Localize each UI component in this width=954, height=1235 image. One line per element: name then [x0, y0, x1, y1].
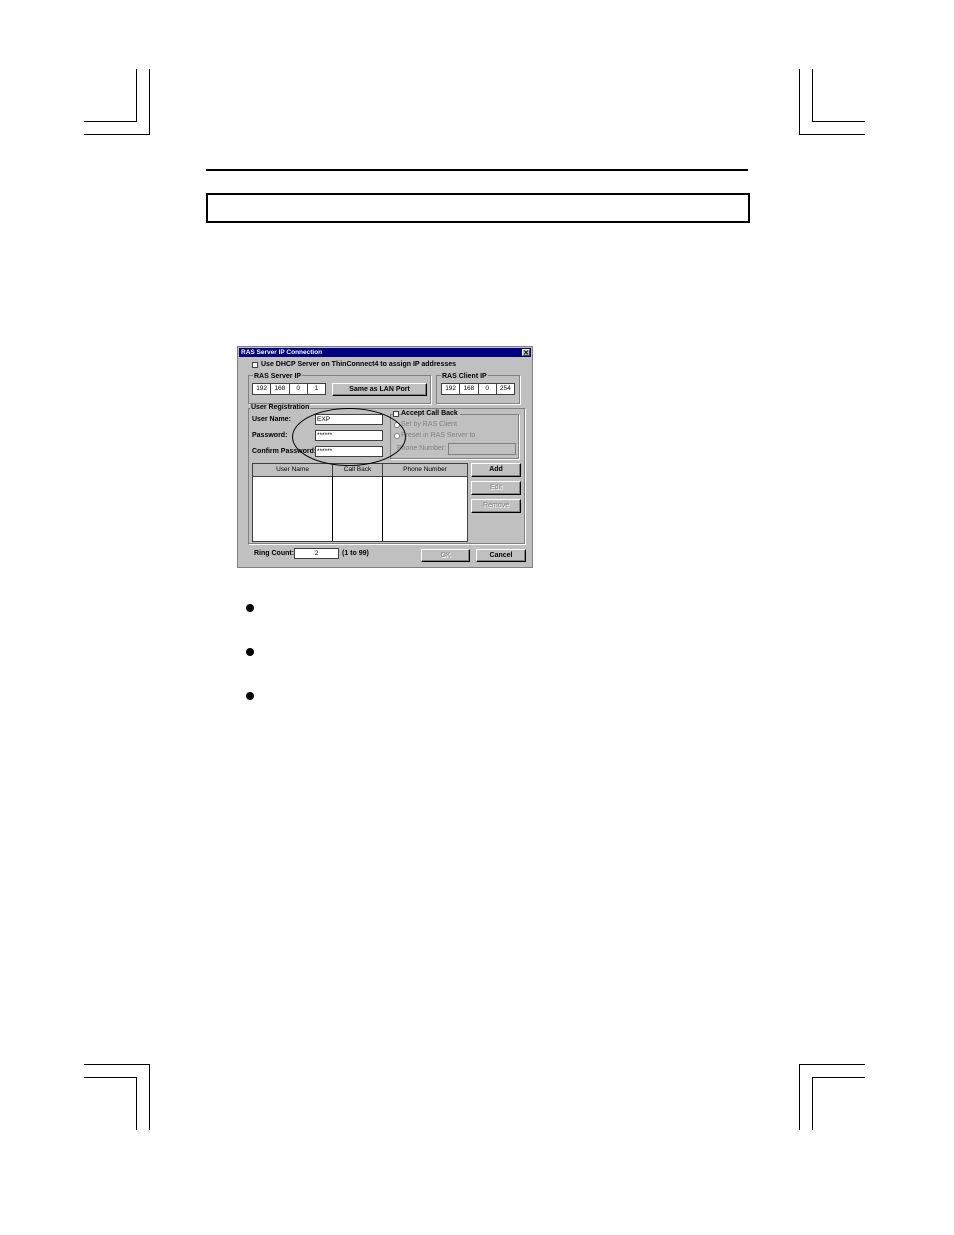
crop-mark-bottom-left-vertical	[149, 1064, 150, 1130]
column-user-name[interactable]: User Name	[253, 464, 333, 476]
highlight-ellipse	[292, 408, 406, 466]
edit-button[interactable]: Edit	[471, 481, 521, 495]
ip-octet[interactable]: 1	[308, 384, 325, 394]
column-divider	[332, 476, 333, 541]
crop-mark-top-left-vertical	[149, 69, 150, 135]
crop-mark-bottom-left-vertical-inner	[136, 1077, 137, 1130]
cancel-button[interactable]: Cancel	[476, 549, 526, 562]
same-as-lan-button[interactable]: Same as LAN Port	[332, 383, 427, 396]
user-registration-label: User Registration	[250, 404, 311, 411]
column-call-back[interactable]: Call Back	[333, 464, 383, 476]
crop-mark-bottom-right-vertical	[799, 1064, 800, 1130]
client-ip-input[interactable]: 192 168 0 254	[441, 383, 515, 395]
phone-number-label: Phone Number:	[397, 445, 447, 452]
crop-mark-bottom-right-horizontal-inner	[812, 1077, 865, 1078]
user-list-header: User Name Call Back Phone Number	[253, 464, 467, 477]
set-by-client-label: Set by RAS Client	[401, 421, 458, 428]
bullet-point	[246, 692, 254, 700]
preset-label: Preset in RAS Server to	[401, 432, 476, 439]
ip-octet[interactable]: 192	[253, 384, 272, 394]
dhcp-checkbox[interactable]	[252, 362, 258, 368]
ip-octet[interactable]: 168	[271, 384, 290, 394]
bullet-point	[246, 604, 254, 612]
crop-mark-top-right-vertical	[799, 69, 800, 135]
add-button[interactable]: Add	[471, 463, 521, 477]
column-divider	[382, 476, 383, 541]
ip-octet[interactable]: 0	[479, 384, 497, 394]
crop-mark-top-right-vertical-inner	[812, 69, 813, 122]
server-ip-input[interactable]: 192 168 0 1	[252, 383, 326, 395]
ip-octet[interactable]: 192	[442, 384, 461, 394]
ip-octet[interactable]: 0	[290, 384, 308, 394]
server-ip-label: RAS Server IP	[253, 373, 303, 380]
section-title-box	[206, 193, 750, 223]
dhcp-label: Use DHCP Server on ThinConnect4 to assig…	[261, 361, 457, 368]
crop-mark-bottom-right-horizontal	[799, 1064, 865, 1065]
crop-mark-top-left-vertical-inner	[136, 69, 137, 122]
user-name-label: User Name:	[252, 416, 291, 423]
ring-count-label: Ring Count:	[254, 550, 295, 557]
accept-callback-label: Accept Call Back	[401, 410, 460, 417]
password-label: Password:	[252, 432, 288, 439]
crop-mark-bottom-left-horizontal	[84, 1064, 150, 1065]
ok-button[interactable]: OK	[421, 549, 470, 562]
user-list[interactable]: User Name Call Back Phone Number	[252, 463, 468, 542]
crop-mark-top-right-horizontal-outer	[799, 134, 865, 135]
ip-octet[interactable]: 168	[460, 384, 479, 394]
phone-number-field[interactable]	[448, 443, 516, 455]
accept-callback-checkbox[interactable]	[393, 411, 399, 417]
header-rule	[206, 169, 748, 171]
ring-count-field[interactable]: 2	[294, 548, 339, 559]
column-phone-number[interactable]: Phone Number	[383, 464, 467, 476]
remove-button[interactable]: Remove	[471, 499, 521, 513]
ip-octet[interactable]: 254	[497, 384, 514, 394]
dialog-titlebar: RAS Server IP Connection ✕	[239, 348, 531, 357]
ring-count-range: (1 to 99)	[342, 550, 369, 557]
crop-mark-top-left-horizontal-outer	[84, 134, 150, 135]
crop-mark-top-left-horizontal	[84, 121, 137, 122]
bullet-point	[246, 648, 254, 656]
crop-mark-bottom-right-vertical-inner	[812, 1077, 813, 1130]
dialog-title: RAS Server IP Connection	[241, 349, 323, 356]
crop-mark-bottom-left-horizontal-inner	[84, 1077, 137, 1078]
crop-mark-top-right-horizontal	[812, 121, 865, 122]
client-ip-label: RAS Client IP	[441, 373, 488, 380]
close-icon[interactable]: ✕	[522, 349, 530, 357]
